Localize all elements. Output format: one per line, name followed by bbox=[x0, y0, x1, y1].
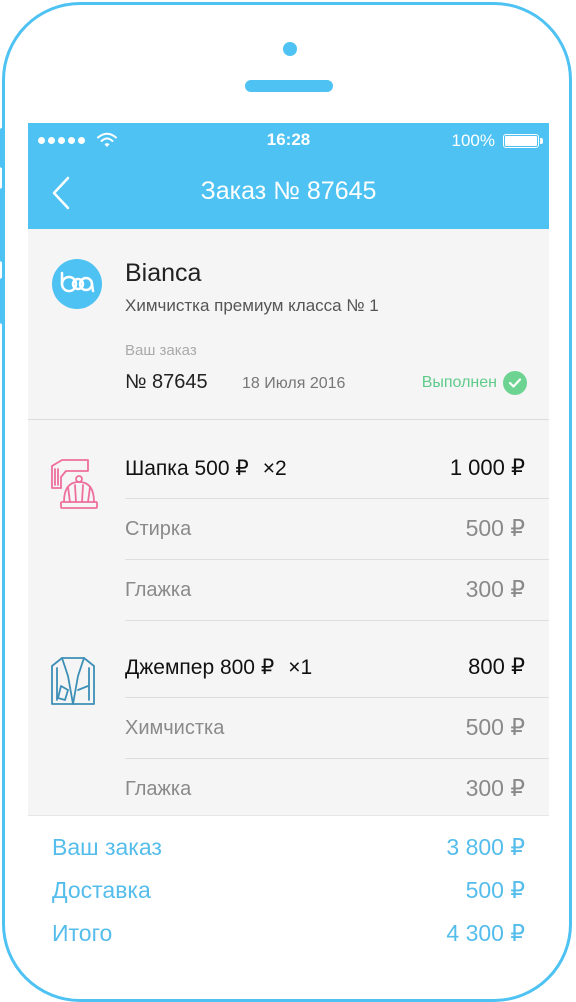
order-caption: Ваш заказ bbox=[125, 342, 197, 359]
battery-percent: 100% bbox=[451, 131, 495, 150]
order-status: Выполнен bbox=[422, 371, 527, 395]
jumper-icon bbox=[51, 657, 95, 705]
page-title: Заказ № 87645 bbox=[200, 177, 377, 205]
shop-name: Bianca bbox=[125, 259, 202, 287]
item-name: Шапка 500 ₽ bbox=[125, 457, 249, 480]
earpiece-speaker bbox=[245, 80, 333, 92]
volume-up-button bbox=[0, 188, 4, 262]
total-label: Ваш заказ bbox=[52, 834, 162, 860]
check-icon bbox=[503, 371, 527, 395]
item-quantity: ×2 bbox=[262, 457, 287, 480]
volume-down-button bbox=[0, 278, 4, 324]
total-row-order: Ваш заказ 3 800 ₽ bbox=[52, 834, 525, 870]
total-row-delivery: Доставка 500 ₽ bbox=[52, 877, 525, 913]
shop-subtitle: Химчистка премиум класса № 1 bbox=[125, 296, 379, 315]
total-value: 4 300 ₽ bbox=[446, 920, 525, 946]
totals-panel: Ваш заказ 3 800 ₽ Доставка 500 ₽ Итого 4… bbox=[28, 815, 549, 962]
battery-icon bbox=[503, 134, 543, 148]
item-name: Джемпер 800 ₽ bbox=[125, 656, 275, 679]
item-quantity: ×1 bbox=[288, 656, 313, 679]
shop-card: Bianca Химчистка премиум класса № 1 Ваш … bbox=[28, 229, 549, 420]
service-label: Химчистка bbox=[125, 717, 225, 739]
service-price: 300 ₽ bbox=[465, 775, 525, 801]
service-row: Глажка 300 ₽ bbox=[125, 561, 549, 621]
service-price: 500 ₽ bbox=[465, 515, 525, 541]
service-label: Глажка bbox=[125, 778, 192, 800]
service-price: 300 ₽ bbox=[465, 576, 525, 602]
service-row: Стирка 500 ₽ bbox=[125, 500, 549, 560]
bianca-logo-icon bbox=[52, 259, 102, 309]
app-screen: 16:28 100% Заказ № 87645 Bianca Химчистк… bbox=[28, 123, 549, 962]
status-label: Выполнен bbox=[421, 374, 497, 391]
item-total: 800 ₽ bbox=[468, 654, 525, 679]
service-label: Стирка bbox=[125, 518, 192, 540]
status-bar: 16:28 100% bbox=[28, 123, 549, 157]
service-row: Глажка 300 ₽ bbox=[125, 760, 549, 820]
front-camera bbox=[283, 42, 297, 56]
total-value: 500 ₽ bbox=[465, 877, 525, 903]
item-row-hat[interactable]: Шапка 500 ₽ ×2 1 000 ₽ bbox=[125, 439, 549, 499]
mute-switch bbox=[0, 128, 4, 168]
total-row-grand: Итого 4 300 ₽ bbox=[52, 920, 525, 956]
order-date: 18 Июля 2016 bbox=[242, 375, 346, 392]
order-number: № 87645 bbox=[125, 371, 208, 393]
service-price: 500 ₽ bbox=[465, 714, 525, 740]
item-row-jumper[interactable]: Джемпер 800 ₽ ×1 800 ₽ bbox=[125, 638, 549, 698]
item-total: 1 000 ₽ bbox=[449, 455, 525, 480]
service-label: Глажка bbox=[125, 579, 192, 601]
service-row: Химчистка 500 ₽ bbox=[125, 699, 549, 759]
total-value: 3 800 ₽ bbox=[446, 834, 525, 860]
total-label: Доставка bbox=[52, 877, 151, 903]
hat-scarf-icon bbox=[51, 459, 98, 509]
nav-bar: Заказ № 87645 bbox=[28, 157, 549, 229]
total-label: Итого bbox=[52, 920, 113, 946]
